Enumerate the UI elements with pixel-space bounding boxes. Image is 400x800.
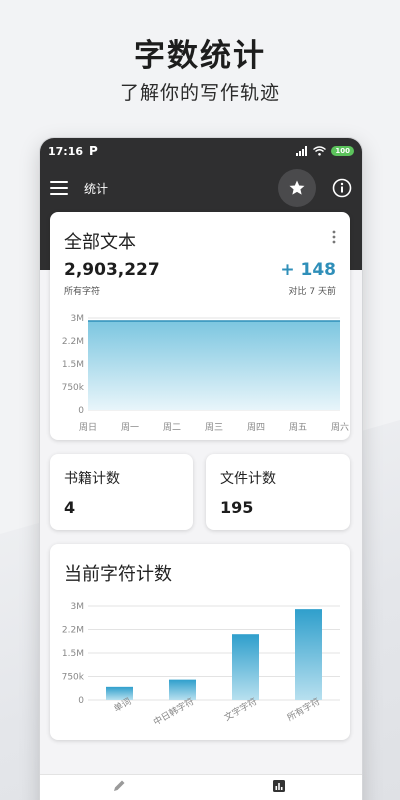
file-count-title: 文件计数 <box>220 471 276 487</box>
info-icon[interactable] <box>332 178 352 198</box>
star-button[interactable] <box>278 169 316 207</box>
star-icon <box>289 180 305 195</box>
char-type-bar-chart: 0750k1.5M2.2M3M单词 中日韩字符 文字字符 所有字符 <box>62 602 340 728</box>
x-tick-label: 周五 <box>289 422 307 433</box>
promo-subtitle: 了解你的写作轨迹 <box>119 82 280 104</box>
file-count-value: 195 <box>220 498 254 517</box>
y-tick-label: 2.2M <box>62 337 84 347</box>
x-tick-label: 周六 <box>331 421 349 433</box>
bar <box>232 634 259 700</box>
bar <box>295 609 322 700</box>
current-char-card[interactable]: 当前字符计数 0 750k 1.5M 2.2M 3M 单词 中日韩字符 文字字符 所有字符 <box>50 544 350 740</box>
book-count-value: 4 <box>64 498 76 517</box>
wifi-icon <box>313 146 327 156</box>
y-tick-label: 3M <box>71 602 85 612</box>
bar <box>106 686 133 700</box>
y-tick-label: 750k <box>62 673 85 683</box>
weekly-area-chart: 0 750k 1.5M 2.2M 3M 周日 周一 周二 周三 周四 周五 周六 <box>62 314 349 433</box>
toolbar-title: 统计 <box>84 181 109 196</box>
file-count-card[interactable]: 文件计数 195 <box>206 454 350 530</box>
x-tick-label: 周二 <box>163 422 181 433</box>
edit-tab-icon[interactable] <box>112 779 126 793</box>
notification-icon: P <box>89 144 98 158</box>
toolbar: 统计 <box>40 166 362 210</box>
x-tick-label: 周三 <box>205 422 223 433</box>
x-tick-label: 周一 <box>121 422 139 433</box>
area-series <box>88 320 340 410</box>
y-tick-label: 0 <box>78 406 84 416</box>
all-text-card[interactable]: 全部文本 2,903,227 所有字符 + 148 对比 7 天前 0 750k 1… <box>50 212 350 440</box>
menu-icon[interactable] <box>50 181 68 195</box>
y-tick-label: 3M <box>71 314 85 324</box>
status-time: 17:16 <box>48 144 84 158</box>
bottom-navigation <box>40 774 362 800</box>
status-bar: 17:16 P 100 <box>40 138 362 164</box>
y-tick-label: 1.5M <box>62 360 84 370</box>
y-tick-label: 0 <box>78 696 84 706</box>
x-tick-label: 周日 <box>79 422 97 433</box>
signal-icon <box>296 146 308 156</box>
y-tick-label: 1.5M <box>62 649 84 659</box>
y-tick-label: 2.2M <box>62 626 84 636</box>
bar <box>169 679 196 700</box>
promo-title: 字数统计 <box>134 38 266 74</box>
battery-icon: 100 <box>331 146 354 156</box>
status-icons: 100 <box>296 146 354 156</box>
book-count-card[interactable]: 书籍计数 4 <box>50 454 193 530</box>
phone-frame: 17:16 P 100 统计 全部文本 2,903,227 所有字符 + 148… <box>40 138 362 800</box>
x-tick-label: 周四 <box>247 422 265 433</box>
stats-tab-icon[interactable] <box>272 779 286 793</box>
y-tick-label: 750k <box>62 383 85 393</box>
book-count-title: 书籍计数 <box>64 471 120 487</box>
